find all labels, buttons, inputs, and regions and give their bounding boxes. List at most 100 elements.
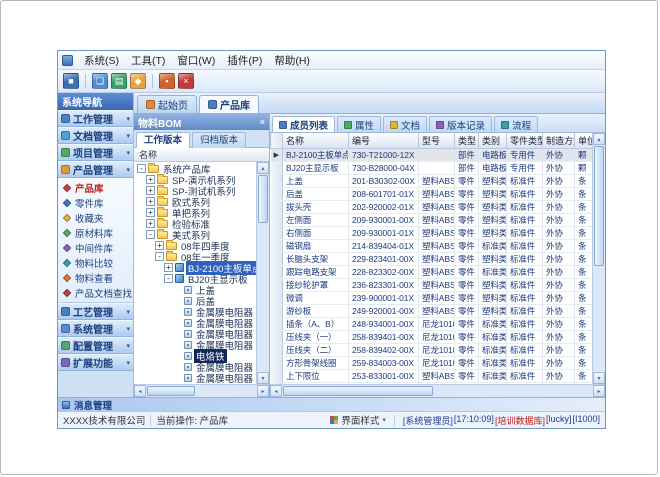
column-header[interactable]: 类别 — [479, 133, 507, 148]
table-row[interactable]: 跟踪电路支架228-823302-00X塑料ABS零件标准类标准件外协条 — [271, 265, 593, 278]
home-icon[interactable]: ■ — [63, 73, 79, 89]
nav-item[interactable]: 产品文档查找 — [58, 285, 133, 300]
nav-group-header[interactable]: 扩展功能▾ — [58, 354, 133, 371]
bom-version-tab[interactable]: 工作版本 — [136, 132, 190, 148]
tile-windows-icon[interactable]: ▤ — [111, 73, 127, 89]
nav-item[interactable]: 产品库 — [58, 180, 133, 195]
expand-icon[interactable]: + — [146, 208, 155, 217]
doc-tab[interactable]: 产品库 — [199, 95, 259, 113]
table-row[interactable]: 上盖201-B30302-00X塑料ABS零件塑料类标准件外协条 — [271, 174, 593, 187]
collapse-icon[interactable]: - — [146, 230, 155, 239]
table-row[interactable]: 接纱轮护罩236-823301-00X塑料ABS零件塑料类标准件外协条 — [271, 278, 593, 291]
expand-icon[interactable]: + — [146, 186, 155, 195]
menu-item[interactable]: 窗口(W) — [171, 51, 221, 70]
expand-icon[interactable]: + — [164, 263, 173, 272]
nav-group-header[interactable]: 项目管理▾ — [58, 144, 133, 161]
table-row[interactable]: 方形骨架线圈259-834003-00X尼龙1010零件标准类标准件外协条 — [271, 356, 593, 369]
nav-item[interactable]: 中间件库 — [58, 240, 133, 255]
cascade-windows-icon[interactable]: ❑ — [92, 73, 108, 89]
table-row[interactable]: 压线夹（二）258-839402-00X尼龙1010零件标准类标准件外协条 — [271, 343, 593, 356]
column-header[interactable]: 型号 — [419, 133, 455, 148]
expand-icon[interactable]: + — [155, 241, 164, 250]
table-row[interactable]: 游纱板249-920001-00X塑料ABS零件塑料类标准件外协条 — [271, 304, 593, 317]
column-header[interactable]: 名称 — [283, 133, 349, 148]
table-vscroll[interactable]: ▴ ▾ — [592, 133, 605, 384]
column-header[interactable]: 类型 — [455, 133, 479, 148]
collapse-icon[interactable]: - — [137, 164, 146, 173]
collapse-icon[interactable]: - — [164, 274, 173, 283]
nav-group-header[interactable]: 工作管理▾ — [58, 110, 133, 127]
tree-hscroll[interactable]: ◂ ▸ — [134, 384, 269, 397]
nav-group-header[interactable]: 系统管理▾ — [58, 320, 133, 337]
table-row[interactable]: 压线夹（一）258-839401-00X尼龙1010零件标准类标准件外协条 — [271, 330, 593, 343]
table-cell: 部件 — [455, 148, 479, 161]
column-header[interactable]: 零件类型 — [507, 133, 543, 148]
detail-tab[interactable]: 属性 — [337, 116, 381, 132]
nav-item[interactable]: 物料查看 — [58, 270, 133, 285]
scroll-down-icon[interactable]: ▾ — [257, 372, 269, 384]
exit-icon[interactable]: × — [178, 73, 194, 89]
table-row[interactable]: 磁钢扇214-839404-01X塑料ABS零件标准类标准件外协条 — [271, 239, 593, 252]
menu-item[interactable]: 系统(S) — [78, 51, 125, 70]
table-row[interactable]: 右侧面209-930001-01X塑料ABS零件塑料类标准件外协条 — [271, 226, 593, 239]
scroll-up-icon[interactable]: ▴ — [257, 162, 269, 174]
tree-vscroll-thumb[interactable] — [258, 175, 268, 223]
chevron-down-icon[interactable]: ▾ — [382, 416, 386, 424]
table-row[interactable]: 后盖208-601701-01X塑料ABS零件塑料类标准件外协条 — [271, 187, 593, 200]
column-header[interactable]: 编号 — [349, 133, 419, 148]
table-cell: 接纱轮护罩 — [283, 278, 349, 291]
nav-group-header[interactable]: 文档管理▾ — [58, 127, 133, 144]
detail-tab[interactable]: 成员列表 — [272, 116, 335, 132]
scroll-right-icon[interactable]: ▸ — [593, 385, 605, 397]
table-row[interactable]: 插条（A、B）248-934001-00X尼龙1010零件标准类标准件外协条 — [271, 317, 593, 330]
bom-version-tab[interactable]: 归档版本 — [192, 132, 246, 148]
nav-group-header[interactable]: 配置管理▾ — [58, 337, 133, 354]
scroll-left-icon[interactable]: ◂ — [270, 385, 282, 397]
table-row[interactable]: BJ20主显示板730-B28000-04X部件电路板专用件外协颗 — [271, 161, 593, 174]
expand-icon[interactable]: + — [146, 219, 155, 228]
tree-column-header[interactable]: 名称 — [134, 148, 269, 162]
scroll-down-icon[interactable]: ▾ — [593, 372, 605, 384]
nav-group-header[interactable]: 产品管理▾ — [58, 161, 133, 178]
table-cell: 塑料ABS — [419, 239, 455, 252]
nav-group-header[interactable]: 工艺管理▾ — [58, 303, 133, 320]
table-cell: 尼龙1010 — [419, 356, 455, 369]
nav-item[interactable]: 收藏夹 — [58, 210, 133, 225]
table-hscroll-thumb[interactable] — [283, 386, 433, 396]
lock-icon[interactable]: ▪ — [159, 73, 175, 89]
table-hscroll[interactable]: ◂ ▸ — [270, 384, 605, 397]
nav-groups: 工作管理▾文档管理▾项目管理▾产品管理▾ 产品库零件库收藏夹原材料库中间件库物料比… — [58, 110, 133, 371]
nav-item[interactable]: 零件库 — [58, 195, 133, 210]
table-row[interactable]: 左侧面209-930001-00X塑料ABS零件塑料类标准件外协条 — [271, 213, 593, 226]
table-row[interactable]: 微调239-900001-01X塑料ABS零件塑料类标准件外协条 — [271, 291, 593, 304]
table-row[interactable]: 拔头壳202-920002-01X塑料ABS零件塑料类标准件外协条 — [271, 200, 593, 213]
nav-item[interactable]: 原材料库 — [58, 225, 133, 240]
scroll-up-icon[interactable]: ▴ — [593, 133, 605, 145]
detail-tab[interactable]: 文档 — [383, 116, 427, 132]
detail-tab[interactable]: 版本记录 — [429, 116, 492, 132]
column-header[interactable]: 单位 — [575, 133, 593, 148]
tree-vscroll[interactable]: ▴ ▾ — [256, 162, 269, 384]
table-row[interactable]: ▶BJ-2100主板单点730-T21000-12X部件电路板专用件外协颗 — [271, 148, 593, 161]
scroll-left-icon[interactable]: ◂ — [134, 385, 146, 397]
menu-item[interactable]: 帮助(H) — [268, 51, 316, 70]
table-vscroll-thumb[interactable] — [594, 146, 604, 266]
table-row[interactable]: 长脑头支架229-823401-00X塑料ABS零件塑料类标准件外协条 — [271, 252, 593, 265]
table-row[interactable]: 上下限位253-833001-00X塑料ABS零件标准类标准件外协条 — [271, 369, 593, 382]
doc-tab[interactable]: 起始页 — [137, 95, 197, 113]
nav-item[interactable]: 物料比较 — [58, 255, 133, 270]
menu-item[interactable]: 工具(T) — [125, 51, 171, 70]
folder-icon — [157, 220, 168, 228]
detail-tab[interactable]: 流程 — [494, 116, 538, 132]
close-icon[interactable]: × — [260, 117, 265, 127]
column-header[interactable]: 制造方式 — [543, 133, 575, 148]
menu-item[interactable]: 插件(P) — [221, 51, 268, 70]
tree-hscroll-thumb[interactable] — [147, 386, 195, 396]
style-selector[interactable]: 界面样式 — [341, 413, 379, 427]
expand-icon[interactable]: + — [146, 197, 155, 206]
message-panel-header[interactable]: 消息管理 — [58, 397, 605, 411]
interface-style-icon[interactable]: ◆ — [130, 73, 146, 89]
expand-icon[interactable]: + — [146, 175, 155, 184]
collapse-icon[interactable]: - — [155, 252, 164, 261]
scroll-right-icon[interactable]: ▸ — [257, 385, 269, 397]
